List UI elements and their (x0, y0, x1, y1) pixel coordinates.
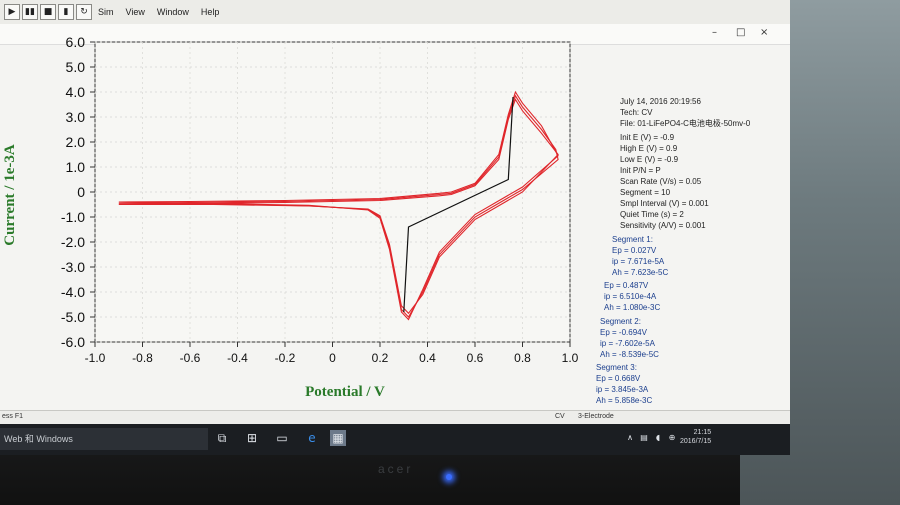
segment-3-results: Segment 3: Ep = 0.668V ip = 3.845e-3A Ah = … (596, 362, 652, 406)
task-view-icon[interactable]: ⧉ (214, 430, 230, 446)
experiment-params: Init E (V) = -0.9 High E (V) = 0.9 Low E (… (620, 132, 709, 231)
x-tick-label: -1.0 (85, 351, 106, 365)
y-tick-label: 5.0 (66, 59, 86, 75)
x-tick-label: 0 (329, 351, 336, 365)
param-line-0: Init E (V) = -0.9 (620, 133, 675, 142)
store-icon[interactable]: ⊞ (244, 430, 260, 446)
segment-2-line-0: Segment 2: (600, 317, 641, 326)
segment-1-line-0: Ep = 0.487V (604, 281, 649, 290)
info-file: File: 01-LiFePO4-C电池电极-50mv-0 (620, 119, 751, 128)
y-tick-label: -1.0 (61, 209, 85, 225)
power-led (446, 474, 452, 480)
toolbar-button-4[interactable]: ↻ (76, 4, 92, 20)
x-tick-label: -0.6 (180, 351, 201, 365)
y-tick-label: 0 (77, 184, 85, 200)
menu-window[interactable]: Window (157, 7, 189, 17)
x-tick-label: 0.8 (514, 351, 531, 365)
menu-sim[interactable]: Sim (98, 7, 114, 17)
minimize-button[interactable]: – (712, 27, 717, 38)
segment-1-results: Segment 1: Ep = 0.027V ip = 7.671e-5A Ah = … (612, 234, 668, 278)
param-line-1: High E (V) = 0.9 (620, 144, 678, 153)
segment-2-results: Segment 2: Ep = -0.694V ip = -7.602e-5A Ah … (600, 316, 659, 360)
status-electrode: 3-Electrode (578, 413, 614, 420)
y-tick-label: 3.0 (66, 109, 86, 125)
segment-3-line-3: Ah = 5.858e-3C (596, 396, 653, 405)
segment-2-line-3: Ah = -8.539e-5C (600, 350, 659, 359)
param-line-5: Segment = 10 (620, 188, 671, 197)
y-tick-label: 4.0 (66, 84, 86, 100)
y-tick-label: -6.0 (61, 334, 85, 350)
status-mode: CV (555, 413, 565, 420)
experiment-info-panel: July 14, 2016 20:19:56 Tech: CV File: 01… (620, 96, 750, 129)
x-axis-label: Potential / V (305, 384, 385, 400)
info-tech: Tech: CV (620, 108, 653, 117)
param-line-8: Sensitivity (A/V) = 0.001 (620, 221, 706, 230)
param-line-4: Scan Rate (V/s) = 0.05 (620, 177, 702, 186)
toolbar-button-3[interactable]: ▮ (58, 4, 74, 20)
toolbar-button-1[interactable]: ▮▮ (22, 4, 38, 20)
param-line-3: Init P/N = P (620, 166, 661, 175)
segment-0-line-3: Ah = 7.623e-5C (612, 268, 669, 277)
x-tick-label: -0.8 (132, 351, 153, 365)
segment-1-line-1: ip = 6.510e-4A (604, 292, 657, 301)
y-tick-label: -3.0 (61, 259, 85, 275)
menu-help[interactable]: Help (201, 7, 220, 17)
monitor-brand-logo: acer (378, 462, 414, 476)
x-tick-label: 0.4 (419, 351, 436, 365)
x-tick-label: 0.6 (467, 351, 484, 365)
status-bar: ess F1 CV 3-Electrode (0, 410, 790, 425)
segment-3-line-1: Ep = 0.668V (596, 374, 641, 383)
file-explorer-icon[interactable]: ▭ (274, 430, 290, 446)
param-line-7: Quiet Time (s) = 2 (620, 210, 684, 219)
segment-0-line-1: Ep = 0.027V (612, 246, 657, 255)
segment-3-line-0: Segment 3: (596, 363, 637, 372)
maximize-button[interactable]: □ (736, 27, 745, 38)
param-line-6: Smpl Interval (V) = 0.001 (620, 199, 709, 208)
y-tick-label: -2.0 (61, 234, 85, 250)
monitor-screen: ▶ ▮▮ ■ ▮ ↻ Sim View Window Help – □ × -1.0 -0… (0, 0, 790, 455)
segment-2-line-2: ip = -7.602e-5A (600, 339, 655, 348)
segment-0-line-0: Segment 1: (612, 235, 653, 244)
segment-3-line-2: ip = 3.845e-3A (596, 385, 649, 394)
menu-bar: ▶ ▮▮ ■ ▮ ↻ Sim View Window Help (0, 0, 790, 25)
tray-ime-icon[interactable]: ⊕ (664, 430, 680, 446)
y-tick-label: -5.0 (61, 309, 85, 325)
y-tick-label: -4.0 (61, 284, 85, 300)
clock-time: 21:15 (693, 429, 712, 436)
toolbar: ▶ ▮▮ ■ ▮ ↻ (4, 4, 92, 20)
y-tick-label: 2.0 (66, 134, 86, 150)
cv-chart-svg: -1.0 -0.8 -0.6 -0.4 -0.2 0 0.2 0.4 0.6 0.8 1.0 6.0… (2, 34, 579, 400)
segment-1b-results: Ep = 0.487V ip = 6.510e-4A Ah = 1.080e-3C (604, 280, 660, 313)
app-icon[interactable]: ▦ (330, 430, 346, 446)
segment-1-line-2: Ah = 1.080e-3C (604, 303, 661, 312)
edge-icon[interactable]: e (304, 430, 320, 446)
x-tick-label: 0.2 (372, 351, 389, 365)
x-tick-label: 1.0 (562, 351, 579, 365)
toolbar-button-2[interactable]: ■ (40, 4, 56, 20)
y-axis-label: Current / 1e-3A (2, 144, 18, 246)
close-button[interactable]: × (760, 27, 768, 38)
x-tick-label: -0.4 (227, 351, 248, 365)
cv-plot: -1.0 -0.8 -0.6 -0.4 -0.2 0 0.2 0.4 0.6 0.8 1.0 6.0… (0, 30, 600, 415)
segment-2-line-1: Ep = -0.694V (600, 328, 647, 337)
taskbar-search-box[interactable]: Web 和 Windows (0, 428, 208, 450)
segment-0-line-2: ip = 7.671e-5A (612, 257, 665, 266)
clock-date: 2016/7/15 (680, 438, 712, 445)
toolbar-button-0[interactable]: ▶ (4, 4, 20, 20)
x-tick-label: -0.2 (275, 351, 296, 365)
menu-view[interactable]: View (126, 7, 145, 17)
y-tick-label: 6.0 (66, 34, 86, 50)
windows-taskbar: Web 和 Windows ⧉ ⊞ ▭ e ▦ ∧ ▤ ◖ ⊕ 21:15 20… (0, 424, 790, 455)
info-date: July 14, 2016 20:19:56 (620, 97, 701, 106)
taskbar-clock[interactable]: 21:15 2016/7/15 (680, 428, 711, 446)
y-tick-label: 1.0 (66, 159, 86, 175)
status-left: ess F1 (2, 413, 24, 420)
param-line-2: Low E (V) = -0.9 (620, 155, 679, 164)
